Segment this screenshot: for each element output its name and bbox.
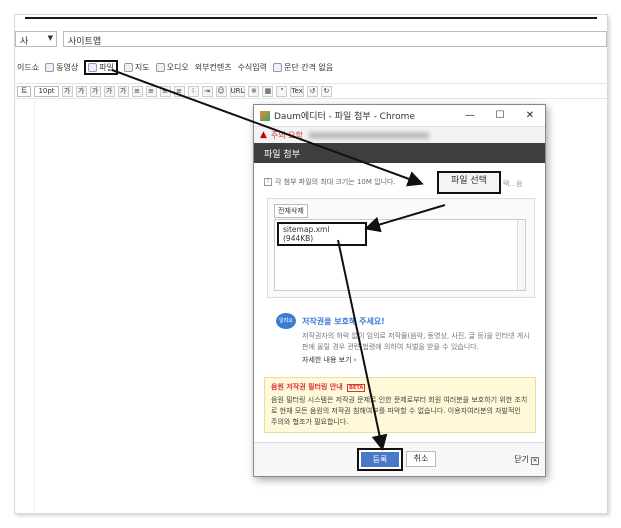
map-icon	[123, 62, 133, 72]
music-filter-text: 음원 필터링 시스템은 저작권 문제로 인한 문제로부터 회원 여러분을 보호하…	[271, 396, 528, 426]
delete-all-button[interactable]: 전체삭제	[274, 204, 308, 218]
audio-icon	[155, 62, 165, 72]
popup-footer: 등록 취소 닫기 ✕	[254, 442, 545, 476]
align-right-icon[interactable]: ≡	[159, 85, 171, 97]
strike-button[interactable]: 가	[103, 85, 115, 97]
tex-button[interactable]: Tex	[290, 85, 304, 97]
list-item[interactable]: sitemap.xml (944KB)	[277, 222, 367, 246]
undo-button[interactable]: ↺	[306, 85, 318, 97]
table-icon[interactable]: ▦	[262, 85, 274, 97]
top-divider	[25, 17, 597, 19]
no-file-text: 택...음	[503, 180, 523, 188]
checkbox-icon	[273, 62, 283, 72]
minimize-icon[interactable]: —	[455, 110, 485, 121]
copyright-desc: 저작권자의 허락 없이 임의로 저작물(음악, 동영상, 사진, 글 등)을 인…	[302, 332, 530, 351]
warning-icon: ▲	[260, 130, 267, 140]
copyright-more-link[interactable]: 자세한 내용 보기 ›	[302, 355, 357, 365]
insert-toolbar: 이드쇼 동영상 파일 지도 오디오 외부컨텐츠 수식입력 문단 간격 없음	[15, 59, 609, 75]
list-icon[interactable]: ⁝	[187, 85, 199, 97]
video-icon	[45, 62, 55, 72]
indent-icon[interactable]: ⇥	[201, 85, 213, 97]
video-button[interactable]: 동영상	[45, 62, 78, 73]
slideshow-button[interactable]: 이드쇼	[17, 62, 39, 73]
music-filter-title: 음원 저작권 필터링 안내 BETA	[271, 383, 366, 392]
redo-button[interactable]: ↻	[320, 85, 332, 97]
chevron-down-icon: ▼	[47, 34, 53, 42]
align-left-icon[interactable]: ≡	[131, 85, 143, 97]
notice-badge-icon: 알려요	[276, 313, 296, 329]
underline-button[interactable]: 가	[75, 85, 87, 97]
cancel-button[interactable]: 취소	[406, 451, 436, 467]
category-label: 사	[20, 37, 29, 47]
special-char-button[interactable]: ※	[248, 85, 260, 97]
register-button[interactable]: 등록	[357, 448, 403, 471]
emoticon-icon[interactable]: ☺	[215, 85, 227, 97]
file-button[interactable]: 파일	[84, 59, 118, 75]
link-button[interactable]: URL	[229, 85, 246, 97]
category-select[interactable]: 사 ▼	[15, 31, 57, 47]
align-center-icon[interactable]: ≡	[145, 85, 157, 97]
attachment-area: 전체삭제 sitemap.xml (944KB)	[267, 198, 535, 298]
title-row: 사 ▼ 사이트맵	[15, 31, 609, 49]
italic-button[interactable]: 가	[89, 85, 101, 97]
window-titlebar: Daum에디터 - 파일 첨부 - Chrome — ☐ ✕	[254, 105, 545, 127]
maximize-icon[interactable]: ☐	[485, 110, 515, 121]
size-select[interactable]: 10pt	[34, 85, 59, 97]
window-title: Daum에디터 - 파일 첨부 - Chrome	[274, 112, 415, 122]
quote-button[interactable]: "	[276, 85, 288, 97]
panel-title: 파일 첨부	[254, 143, 545, 163]
font-select[interactable]: 트	[17, 85, 32, 97]
beta-badge: BETA	[347, 384, 366, 392]
warning-text: 주의 요함	[270, 130, 303, 140]
security-warning: ▲ 주의 요함	[254, 127, 545, 143]
size-info: ! 각 첨부 파일의 최대 크기는 10M 입니다.	[264, 177, 396, 187]
copyright-title: 저작권을 보호해 주세요!	[302, 317, 385, 326]
bold-button[interactable]: 가	[61, 85, 73, 97]
close-icon: ✕	[531, 457, 539, 465]
audio-button[interactable]: 오디오	[155, 62, 189, 73]
format-toolbar: 트 10pt 가 가 가 가 가 ≡ ≡ ≡ ≡ ⁝ ⇥ ☺ URL ※ ▦ "…	[15, 83, 609, 99]
formula-button[interactable]: 수식입력	[238, 62, 267, 73]
font-color-button[interactable]: 가	[117, 85, 129, 97]
editor-body[interactable]	[15, 101, 35, 511]
info-icon: !	[264, 178, 272, 186]
music-filter-notice: 음원 저작권 필터링 안내 BETA 음원 필터링 시스템은 저작권 문제로 인…	[264, 377, 536, 433]
justify-icon[interactable]: ≡	[173, 85, 185, 97]
file-attach-window: Daum에디터 - 파일 첨부 - Chrome — ☐ ✕ ▲ 주의 요함 파…	[253, 104, 546, 477]
file-list[interactable]: sitemap.xml (944KB)	[274, 219, 526, 291]
daum-logo-icon	[260, 110, 270, 121]
window-controls: — ☐ ✕	[455, 110, 545, 121]
close-icon[interactable]: ✕	[515, 110, 545, 121]
file-select-button[interactable]: 파일 선택	[437, 171, 501, 194]
no-paragraph-spacing-checkbox[interactable]: 문단 간격 없음	[273, 62, 333, 73]
map-button[interactable]: 지도	[123, 62, 150, 73]
scrollbar[interactable]	[517, 220, 525, 290]
external-content-button[interactable]: 외부컨텐츠	[195, 62, 232, 73]
title-input[interactable]: 사이트맵	[63, 31, 607, 47]
title-value: 사이트맵	[68, 37, 102, 47]
file-icon	[88, 62, 98, 72]
blurred-url	[308, 131, 429, 139]
close-button[interactable]: 닫기 ✕	[514, 454, 539, 465]
